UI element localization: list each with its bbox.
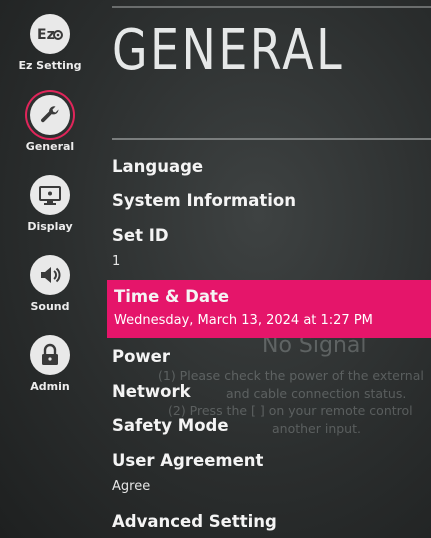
svg-text:Ez: Ez (37, 27, 55, 43)
menu-item-label: Time & Date (114, 287, 230, 306)
sidebar-item-label: Admin (30, 380, 70, 393)
sidebar-item-general[interactable]: General (0, 95, 100, 153)
menu-item-label: User Agreement (112, 451, 264, 470)
menu-item-label: Language (112, 157, 204, 176)
sidebar-item-sound[interactable]: Sound (0, 255, 100, 313)
sidebar-item-label: Sound (30, 300, 70, 313)
menu-item-system-information[interactable]: System Information (112, 191, 431, 211)
menu-item-label: Set ID (112, 226, 169, 245)
menu-item-label: Power (112, 347, 170, 366)
display-icon (30, 175, 70, 215)
menu-item-network[interactable]: Network (112, 382, 431, 402)
menu-item-time-date[interactable]: Time & Date Wednesday, March 13, 2024 at… (107, 280, 431, 338)
menu-item-safety-mode[interactable]: Safety Mode (112, 416, 431, 436)
sidebar-item-ez-setting[interactable]: Ez Ez Setting (0, 14, 100, 72)
menu-item-label: Network (112, 382, 191, 401)
no-signal-line-1: (1) Please check the power of the extern… (158, 368, 424, 383)
menu-item-value: Wednesday, March 13, 2024 at 1:27 PM (114, 313, 373, 328)
menu-item-user-agreement[interactable]: User Agreement Agree (112, 451, 431, 495)
menu-item-power[interactable]: Power (112, 347, 431, 367)
wrench-icon (30, 95, 70, 135)
sidebar-item-label: General (25, 140, 75, 153)
menu-item-language[interactable]: Language (112, 157, 431, 177)
menu-item-value: Agree (112, 479, 151, 494)
title-divider (112, 138, 431, 140)
sidebar-item-label: Display (27, 220, 73, 233)
sidebar-item-label: Ez Setting (18, 59, 82, 72)
menu-item-set-id[interactable]: Set ID 1 (112, 226, 431, 270)
ez-setting-icon: Ez (30, 14, 70, 54)
menu-item-value: 1 (112, 254, 121, 269)
menu-item-label: System Information (112, 191, 296, 210)
speaker-icon (30, 255, 70, 295)
menu-item-label: Advanced Setting (112, 512, 277, 531)
screen-top-line (112, 6, 431, 8)
page-title: GENERAL (112, 18, 345, 83)
menu-item-label: Safety Mode (112, 416, 229, 435)
sidebar: Ez Ez Setting General Display Sound Admi… (0, 0, 100, 538)
sidebar-item-admin[interactable]: Admin (0, 335, 100, 393)
menu-item-advanced-setting[interactable]: Advanced Setting (112, 512, 431, 532)
lock-icon (30, 335, 70, 375)
sidebar-item-display[interactable]: Display (0, 175, 100, 233)
